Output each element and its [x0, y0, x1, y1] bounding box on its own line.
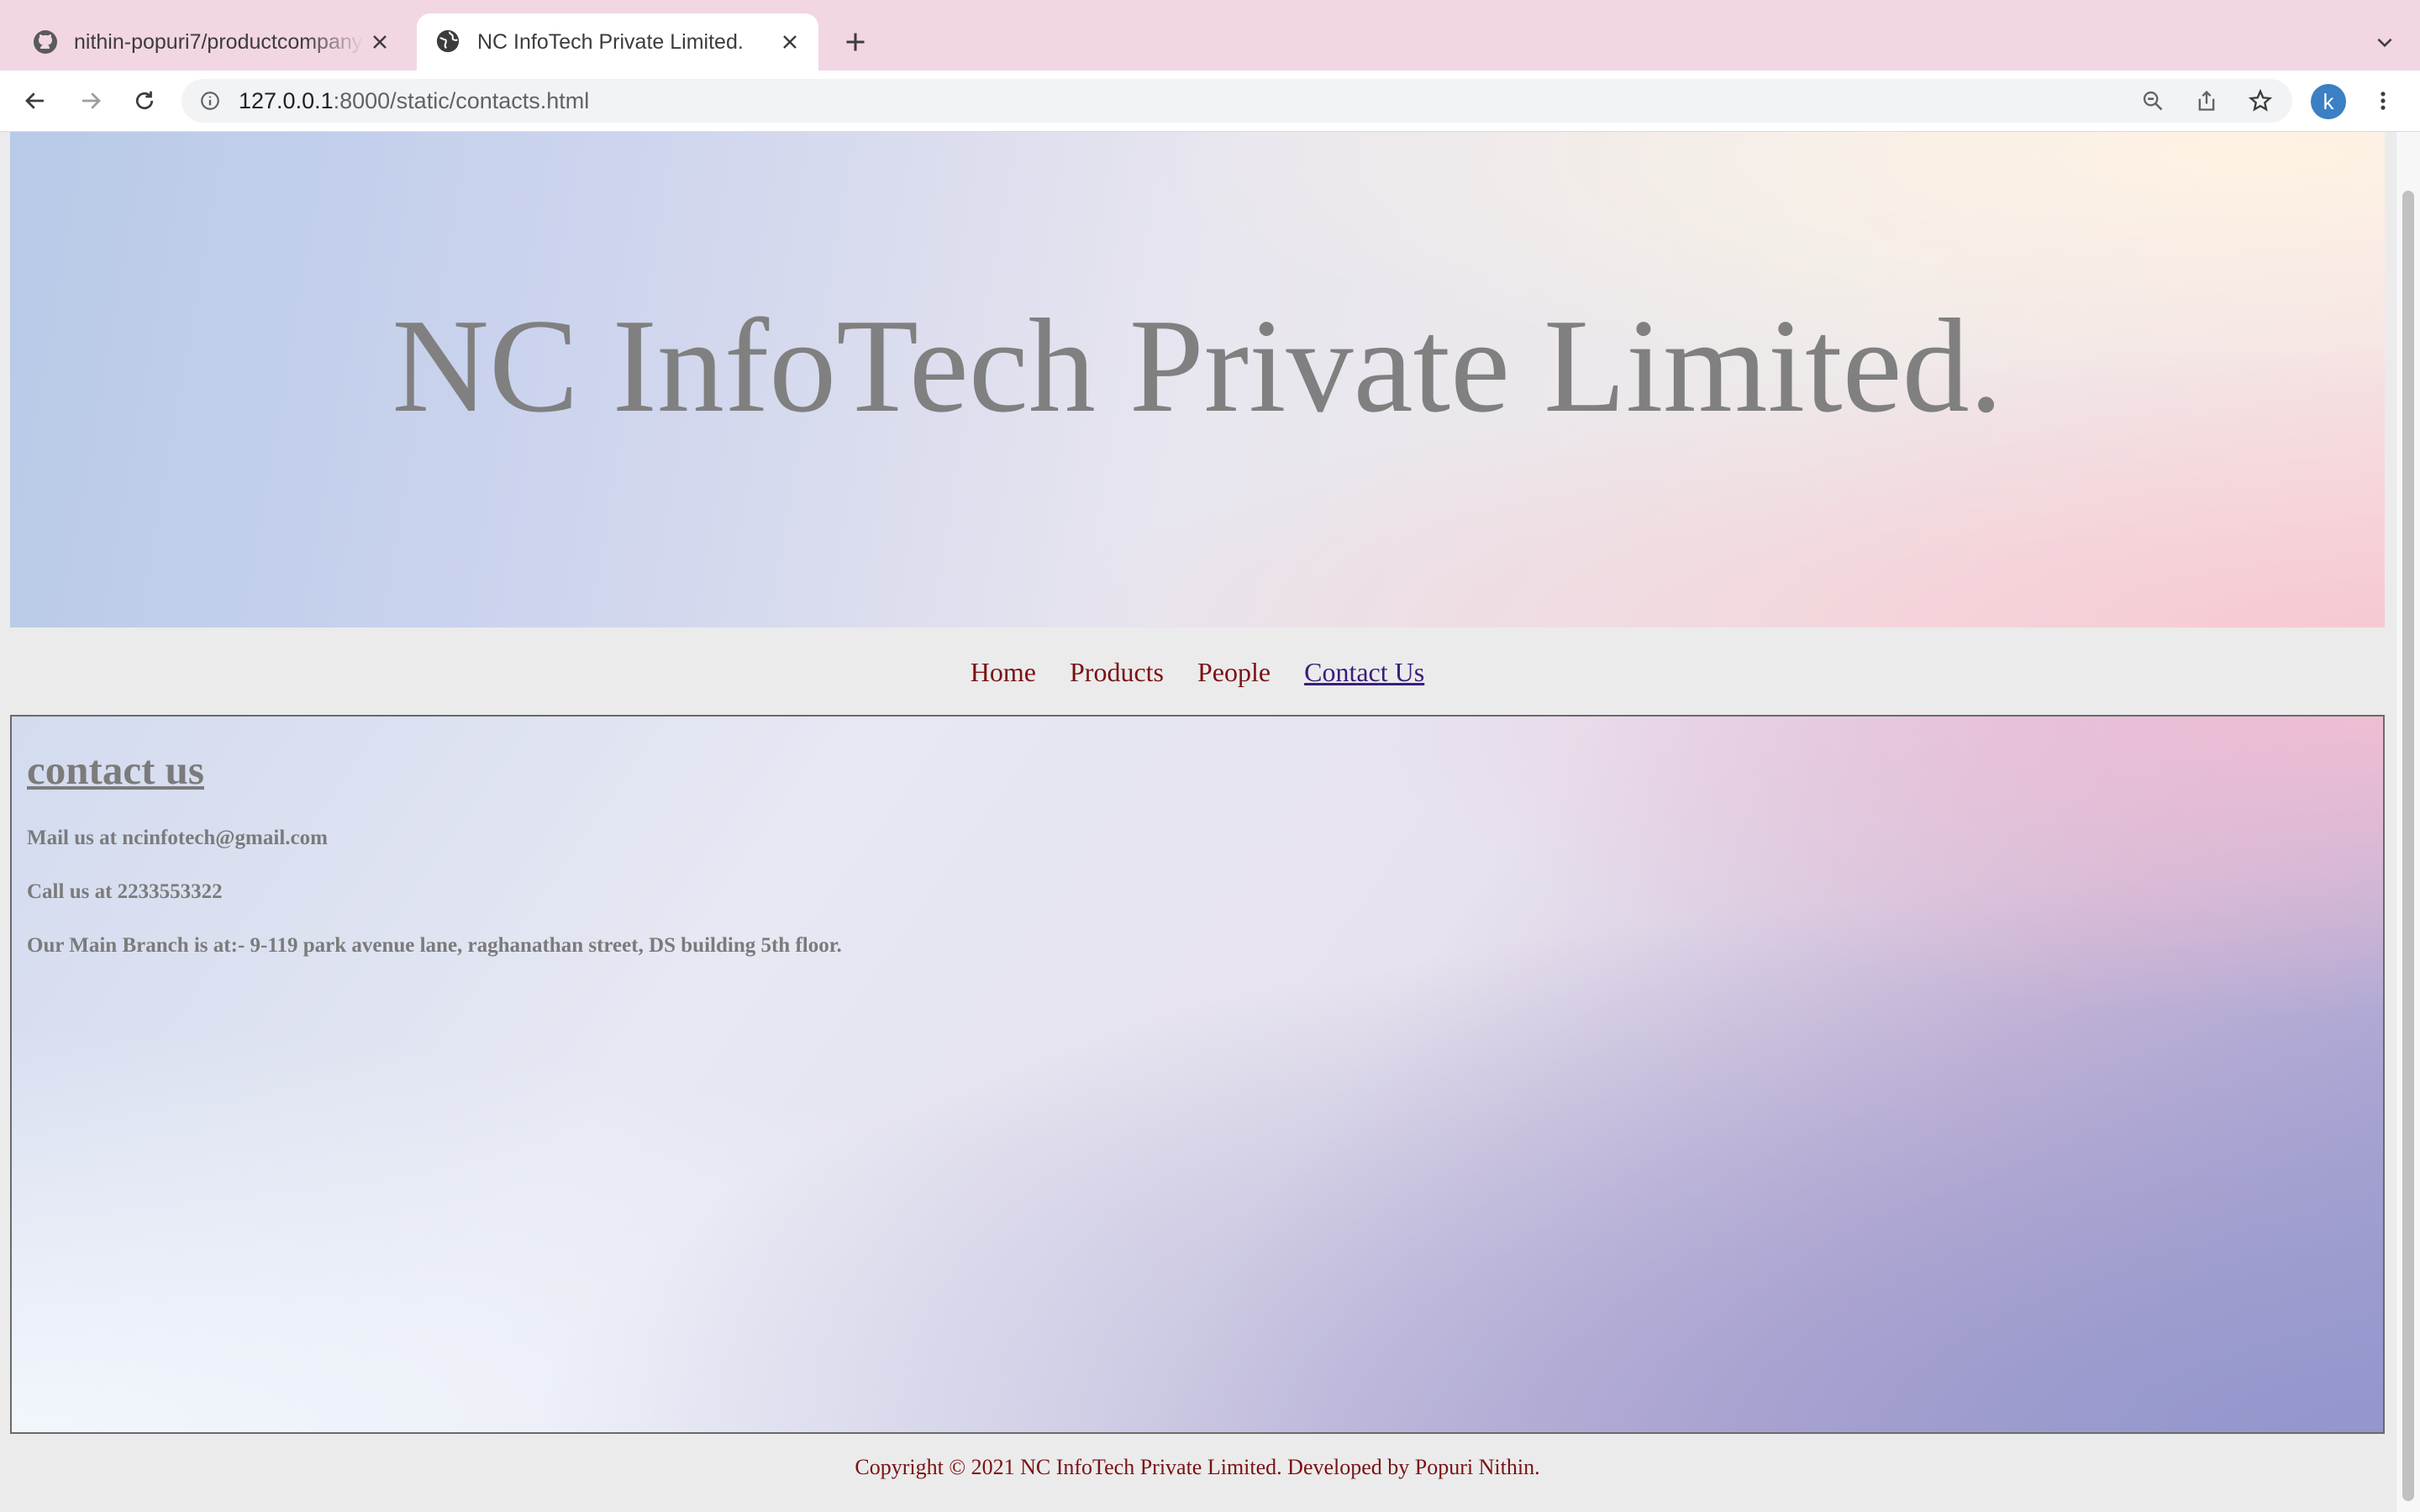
contact-phone: Call us at 2233553322	[27, 880, 223, 903]
tab-github[interactable]: nithin-popuri7/productcompany	[13, 13, 408, 71]
page-footer: Copyright © 2021 NC InfoTech Private Lim…	[10, 1436, 2385, 1499]
hero-banner: NC InfoTech Private Limited.	[10, 132, 2385, 627]
avatar[interactable]: k	[2311, 84, 2346, 119]
url-path: :8000/static/contacts.html	[333, 88, 590, 113]
url-host: 127.0.0.1	[239, 88, 334, 113]
browser-toolbar: 127.0.0.1:8000/static/contacts.html k	[0, 71, 2420, 132]
tab-nc-infotech[interactable]: NC InfoTech Private Limited.	[417, 13, 818, 71]
page-viewport: NC InfoTech Private Limited. Home Produc…	[0, 132, 2420, 1512]
new-tab-button[interactable]	[839, 25, 872, 59]
nav-link-people[interactable]: People	[1197, 657, 1270, 688]
main-nav: Home Products People Contact Us	[10, 627, 2385, 717]
star-icon[interactable]	[2245, 86, 2275, 116]
url-text: 127.0.0.1:8000/static/contacts.html	[239, 79, 589, 123]
contact-section: contact us Mail us at ncinfotech@gmail.c…	[10, 715, 2385, 1434]
zoom-out-icon[interactable]	[2138, 86, 2168, 116]
nav-link-products[interactable]: Products	[1070, 657, 1164, 688]
vertical-scrollbar[interactable]	[2396, 132, 2420, 1512]
back-arrow-icon[interactable]	[17, 82, 54, 119]
address-bar[interactable]: 127.0.0.1:8000/static/contacts.html	[182, 79, 2292, 123]
tab-title: NC InfoTech Private Limited.	[477, 29, 744, 54]
close-icon[interactable]	[365, 27, 395, 57]
reload-icon[interactable]	[126, 82, 163, 119]
forward-arrow-icon[interactable]	[72, 82, 109, 119]
info-icon[interactable]	[197, 87, 224, 114]
globe-icon	[435, 29, 462, 55]
close-icon[interactable]	[775, 27, 805, 57]
nav-link-contact-us[interactable]: Contact Us	[1304, 657, 1424, 688]
chevron-down-icon[interactable]	[2368, 25, 2402, 59]
share-icon[interactable]	[2191, 86, 2222, 116]
page-title: NC InfoTech Private Limited.	[392, 291, 2003, 440]
tab-title: nithin-popuri7/productcompany	[74, 29, 363, 54]
github-icon	[32, 29, 59, 55]
menu-dots-icon[interactable]	[2365, 82, 2402, 119]
contact-heading: contact us	[27, 747, 204, 793]
tab-strip: nithin-popuri7/productcompany NC InfoTec…	[0, 0, 2420, 71]
contact-branch-address: Our Main Branch is at:- 9-119 park avenu…	[27, 934, 842, 957]
contact-mail: Mail us at ncinfotech@gmail.com	[27, 827, 328, 849]
scrollbar-thumb[interactable]	[2402, 191, 2414, 1501]
nav-link-home[interactable]: Home	[971, 657, 1036, 688]
